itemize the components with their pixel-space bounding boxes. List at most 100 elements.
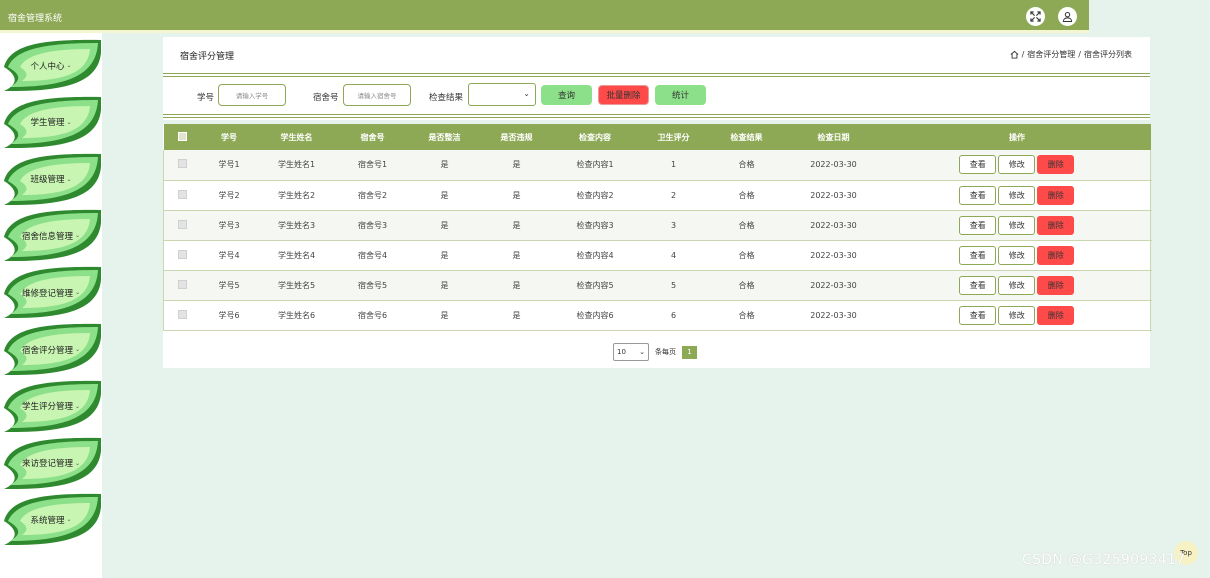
sidebar-item-7[interactable]: 学生评分管理 ⌄: [0, 378, 102, 435]
stats-button[interactable]: 统计: [655, 85, 706, 105]
student-no-input[interactable]: 请输入学号: [218, 84, 286, 106]
column-header[interactable]: 操作: [884, 124, 1151, 150]
column-header[interactable]: 检查内容: [553, 124, 638, 150]
sidebar-item-2[interactable]: 学生管理 ⌄: [0, 94, 102, 151]
row-checkbox[interactable]: [164, 240, 202, 270]
delete-button[interactable]: 删除: [1037, 275, 1075, 295]
table-cell: 宿舍号4: [357, 250, 388, 260]
user-icon[interactable]: [1058, 7, 1077, 26]
view-button[interactable]: 查看: [959, 305, 997, 325]
table-row: 学号3 学生姓名3 宿舍号3 是 是 检查内容3 3 合格 2022-03-30 查看 修改 删除: [163, 210, 1151, 240]
sidebar-item-6[interactable]: 宿舍评分管理 ⌄: [0, 321, 102, 378]
edit-button[interactable]: 修改: [998, 275, 1036, 295]
column-header[interactable]: 卫生评分: [638, 124, 710, 150]
dorm-no-input[interactable]: 请输入宿舍号: [343, 84, 411, 106]
row-actions: 查看 修改 删除: [884, 240, 1151, 270]
view-button[interactable]: 查看: [959, 185, 997, 205]
chevron-down-icon: ⌄: [74, 402, 81, 410]
table-cell: 学生姓名2: [277, 190, 316, 200]
table-cell: 2022-03-30: [810, 280, 857, 290]
table-row: 学号2 学生姓名2 宿舍号2 是 是 检查内容2 2 合格 2022-03-30 查看 修改 删除: [163, 180, 1151, 210]
home-icon[interactable]: [1010, 50, 1019, 59]
select-all-checkbox[interactable]: [164, 124, 202, 150]
result-label: 检查结果: [429, 93, 464, 103]
table-cell: 1: [670, 160, 677, 170]
row-checkbox[interactable]: [164, 210, 202, 240]
edit-button[interactable]: 修改: [998, 245, 1036, 265]
column-header[interactable]: 宿舍号: [337, 124, 409, 150]
sidebar-item-4[interactable]: 宿舍信息管理 ⌄: [0, 207, 102, 264]
delete-button[interactable]: 删除: [1037, 245, 1075, 265]
table-cell: 宿舍号6: [357, 310, 388, 320]
sidebar-item-9[interactable]: 系统管理 ⌄: [0, 491, 102, 548]
table-cell: 是: [440, 190, 449, 200]
row-checkbox[interactable]: [164, 180, 202, 210]
table-cell: 是: [440, 250, 449, 260]
edit-button[interactable]: 修改: [998, 185, 1036, 205]
edit-button[interactable]: 修改: [998, 155, 1036, 175]
table-cell: 2022-03-30: [810, 250, 857, 260]
row-checkbox[interactable]: [164, 300, 202, 330]
query-button[interactable]: 查询: [541, 85, 592, 105]
column-header[interactable]: 学生姓名: [257, 124, 337, 150]
delete-button[interactable]: 删除: [1037, 305, 1075, 325]
per-page-label: 条每页: [655, 348, 676, 356]
sidebar-item-label: 维修登记管理 ⌄: [21, 288, 81, 299]
table-cell: 是: [512, 280, 521, 290]
table-cell: 学生姓名1: [277, 160, 316, 170]
sidebar-item-8[interactable]: 来访登记管理 ⌄: [0, 435, 102, 492]
view-button[interactable]: 查看: [959, 245, 997, 265]
table-cell: 合格: [738, 160, 755, 170]
sidebar-item-label: 来访登记管理 ⌄: [21, 459, 81, 470]
column-header[interactable]: 是否违规: [481, 124, 553, 150]
view-button[interactable]: 查看: [959, 275, 997, 295]
table-cell: 检查内容4: [576, 250, 614, 260]
sidebar-item-label: 宿舍评分管理 ⌄: [21, 345, 81, 356]
table-cell: 2022-03-30: [810, 310, 857, 320]
data-table-container: 学号 学生姓名 宿舍号 是否整洁 是否违规 检查内容 卫生评分 检查结果 检查日期 操作 学号 1 学…: [163, 124, 1151, 368]
page-size-select[interactable]: 10 ⌄: [613, 343, 649, 361]
table-cell: 宿舍号1: [357, 160, 388, 170]
table-cell: 合格: [738, 190, 755, 200]
column-header[interactable]: 是否整洁: [409, 124, 481, 150]
result-select[interactable]: ⌄: [468, 83, 536, 106]
breadcrumb-sep: /: [1078, 50, 1081, 59]
sidebar-item-1[interactable]: 个人中心 ⌄: [0, 37, 102, 94]
divider: [163, 73, 1150, 74]
column-header[interactable]: 检查日期: [784, 124, 884, 150]
chevron-down-icon: ⌄: [66, 516, 72, 524]
page-number-current[interactable]: 1: [682, 345, 697, 359]
table-cell: 2: [670, 190, 677, 200]
chevron-down-icon: ⌄: [74, 459, 81, 467]
table-header: 学号 学生姓名 宿舍号 是否整洁 是否违规 检查内容 卫生评分 检查结果 检查日期 操作: [163, 124, 1151, 150]
column-header[interactable]: 检查结果: [710, 124, 784, 150]
column-header[interactable]: 学号: [202, 124, 257, 150]
breadcrumb-level1[interactable]: 宿舍评分管理: [1027, 49, 1075, 60]
batch-delete-button[interactable]: 批量删除: [598, 85, 649, 105]
table-cell: 3: [670, 220, 677, 230]
row-actions: 查看 修改 删除: [884, 210, 1151, 240]
panel-header: 宿舍评分管理 / 宿舍评分管理 / 宿舍评分列表: [163, 37, 1150, 79]
chevron-down-icon: ⌄: [74, 346, 81, 353]
edit-button[interactable]: 修改: [998, 215, 1036, 235]
table-cell: 学生姓名5: [277, 280, 316, 290]
table-cell: 学号4: [218, 250, 240, 260]
fullscreen-icon[interactable]: [1026, 7, 1045, 26]
view-button[interactable]: 查看: [959, 215, 997, 235]
row-actions: 查看 修改 删除: [884, 180, 1151, 210]
breadcrumb: / 宿舍评分管理 / 宿舍评分列表: [1010, 49, 1132, 60]
sidebar-item-5[interactable]: 维修登记管理 ⌄: [0, 264, 102, 321]
table-cell: 检查内容1: [576, 160, 614, 170]
row-checkbox[interactable]: [164, 150, 202, 180]
edit-button[interactable]: 修改: [998, 305, 1036, 325]
sidebar-item-3[interactable]: 班级管理 ⌄: [0, 151, 102, 208]
table-row: 学号6 学生姓名6 宿舍号6 是 是 检查内容6 6 合格 2022-03-30 查看 修改 删除: [163, 300, 1151, 330]
delete-button[interactable]: 删除: [1037, 155, 1075, 175]
table-cell: 宿舍号3: [357, 220, 388, 230]
divider: [163, 76, 1150, 77]
delete-button[interactable]: 删除: [1037, 215, 1075, 235]
table-cell: 2022-03-30: [810, 220, 857, 230]
delete-button[interactable]: 删除: [1037, 185, 1075, 205]
view-button[interactable]: 查看: [959, 155, 997, 175]
row-checkbox[interactable]: [164, 270, 202, 300]
